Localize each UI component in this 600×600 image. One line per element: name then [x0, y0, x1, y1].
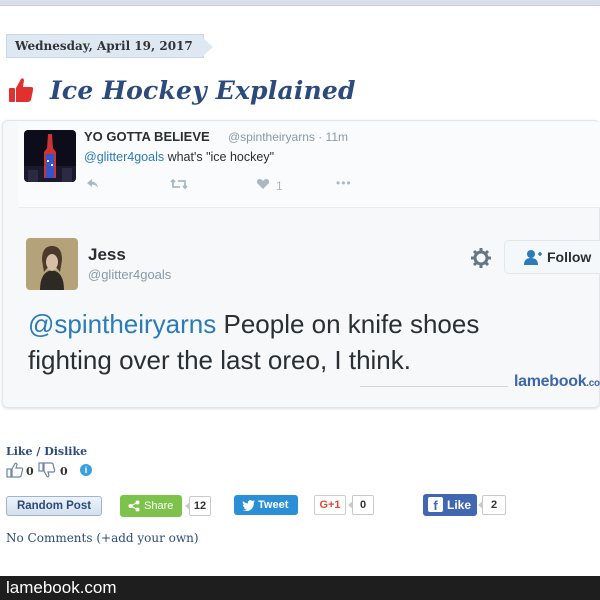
dislike-count: 0	[60, 465, 68, 478]
dislike-thumb-icon[interactable]	[38, 462, 56, 478]
tweet-button[interactable]: Tweet	[234, 495, 298, 515]
google-plus-button[interactable]: G+1	[314, 495, 346, 515]
jess-avatar	[26, 238, 78, 290]
main-tweet-text: @spintheiryarns People on knife shoes fi…	[28, 306, 568, 378]
reply-icon[interactable]	[86, 178, 100, 193]
follow-label: Follow	[547, 249, 592, 265]
more-icon[interactable]: •••	[336, 176, 352, 190]
like-thumb-icon[interactable]	[6, 462, 24, 478]
share-label: Share	[144, 500, 174, 512]
watermark-divider	[360, 386, 508, 387]
add-user-icon	[524, 250, 542, 265]
vote-row: 0 0 i	[6, 462, 116, 480]
post-date: Wednesday, April 19, 2017	[6, 34, 213, 58]
reply-author-handle: @spintheiryarns · 11m	[228, 130, 348, 144]
like-count: 1	[276, 179, 283, 193]
watermark-suffix: .co	[586, 378, 600, 389]
retweet-icon[interactable]	[170, 178, 188, 193]
main-mention[interactable]: @spintheiryarns	[28, 309, 216, 339]
like-count: 0	[26, 465, 34, 478]
heart-icon[interactable]	[256, 178, 270, 193]
thumbs-up-icon	[9, 78, 34, 102]
site-footer: lamebook.com	[0, 576, 600, 600]
google-plus-count: 0	[348, 495, 374, 515]
share-icon	[128, 500, 140, 512]
reply-tweet-text: @glitter4goals what's "ice hockey"	[84, 150, 274, 164]
facebook-like-button[interactable]: f Like	[423, 494, 477, 516]
like-dislike-label: Like / Dislike	[6, 445, 88, 458]
reply-mention[interactable]: @glitter4goals	[84, 150, 164, 164]
watermark-text: lamebook	[514, 373, 587, 390]
facebook-like-count: 2	[478, 495, 506, 515]
share-button[interactable]: Share	[120, 495, 182, 517]
random-post-button[interactable]: Random Post	[6, 496, 102, 516]
info-icon[interactable]: i	[80, 464, 92, 476]
share-count: 12	[185, 496, 211, 516]
empire-state-avatar	[24, 130, 76, 182]
comments-link[interactable]: No Comments (+add your own)	[6, 531, 199, 545]
lamebook-watermark: lamebook.co	[514, 373, 600, 391]
facebook-like-label: Like	[447, 498, 472, 512]
facebook-icon: f	[428, 497, 443, 513]
twitter-bird-icon	[242, 500, 255, 511]
tweet-label: Tweet	[258, 499, 289, 511]
follow-button[interactable]: Follow	[504, 240, 600, 274]
footer-site-name: lamebook.com	[6, 578, 117, 597]
main-author-handle[interactable]: @glitter4goals	[88, 267, 171, 282]
post-title[interactable]: Ice Hockey Explained	[50, 76, 356, 105]
gear-icon[interactable]	[470, 247, 492, 269]
reply-body: what's "ice hockey"	[164, 150, 275, 164]
main-author-name[interactable]: Jess	[88, 245, 126, 265]
reply-actions: 1 •••	[86, 176, 366, 194]
top-border	[0, 0, 600, 6]
reply-author-name[interactable]: YO GOTTA BELIEVE	[84, 129, 210, 144]
